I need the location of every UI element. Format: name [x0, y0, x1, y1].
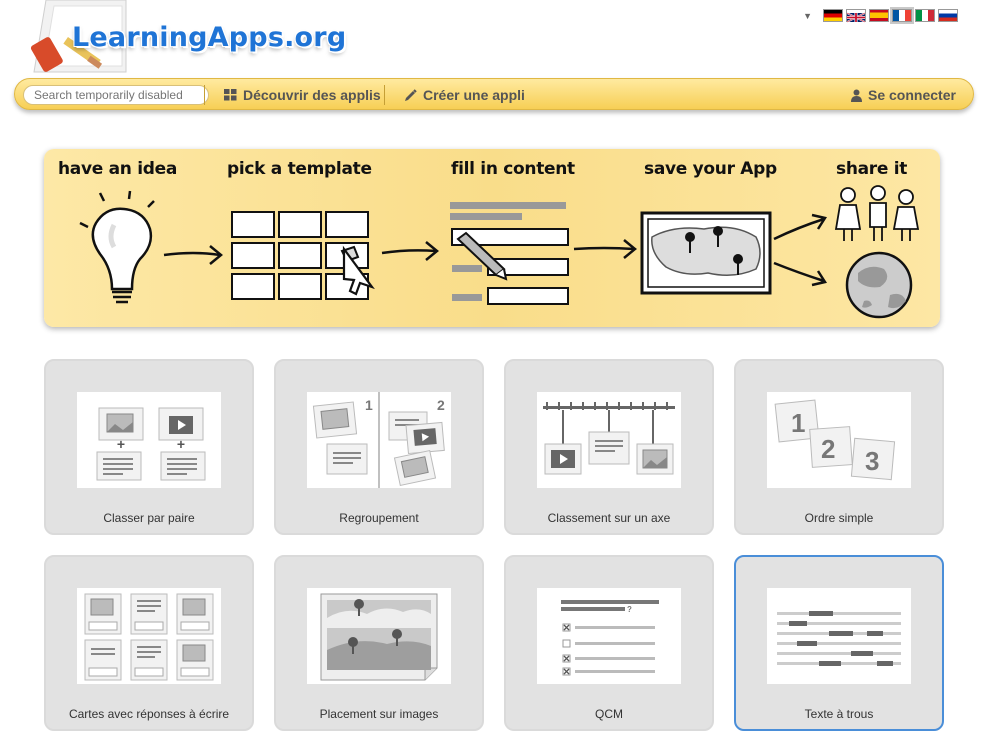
step-label: share it [836, 159, 908, 179]
flag-france-icon[interactable] [890, 7, 914, 24]
template-thumbnail: + + [77, 392, 221, 488]
step-label: fill in content [451, 159, 575, 179]
group-number: 2 [437, 397, 445, 413]
nav-divider [384, 85, 385, 105]
template-label: Classement sur un axe [547, 511, 671, 525]
order-number: 2 [821, 434, 835, 464]
grid-icon [224, 89, 237, 101]
template-thumbnail: 1 2 [307, 392, 451, 488]
template-grid-icon [231, 211, 375, 300]
video-card-icon [544, 443, 582, 475]
template-thumbnail: 1 2 3 [767, 392, 911, 488]
chevron-down-icon[interactable]: ▼ [803, 11, 812, 21]
image-card-icon: + [96, 407, 144, 481]
template-thumbnail: ? [537, 588, 681, 684]
image-card-icon [312, 401, 358, 439]
template-label: QCM [595, 707, 623, 721]
template-label: Regroupement [339, 511, 419, 525]
step-label: have an idea [58, 159, 177, 179]
create-app-label: Créer une appli [423, 87, 525, 103]
login-label: Se connecter [868, 87, 956, 103]
flag-spain-icon[interactable] [869, 9, 889, 22]
template-thumbnail [307, 588, 451, 684]
pencil-icon [405, 88, 417, 101]
template-label: Ordre simple [804, 511, 874, 525]
template-tile-grouping[interactable]: 1 2 Regroupement [274, 359, 484, 535]
globe-icon [845, 251, 913, 319]
discover-apps-button[interactable]: Découvrir des applis [224, 87, 381, 103]
flag-germany-icon[interactable] [823, 9, 843, 22]
image-card-icon [393, 449, 437, 487]
create-app-button[interactable]: Créer une appli [404, 87, 525, 103]
svg-text:+: + [117, 436, 125, 452]
site-logo-text[interactable]: LearningApps.org [72, 22, 346, 53]
step-label: save your App [644, 159, 777, 179]
how-it-works-banner: have an idea pick a template fill in con… [44, 149, 940, 327]
step-label: pick a template [227, 159, 372, 179]
template-label: Cartes avec réponses à écrire [68, 707, 230, 721]
flag-russia-icon[interactable] [938, 9, 958, 22]
discover-apps-label: Découvrir des applis [243, 87, 381, 103]
order-number: 3 [865, 446, 879, 476]
video-card-icon: + [158, 407, 206, 481]
video-card-icon [405, 421, 445, 455]
nav-divider [204, 85, 205, 105]
order-number: 1 [791, 408, 805, 438]
people-icon [834, 185, 920, 241]
image-card-icon [636, 443, 674, 475]
form-icon [450, 202, 569, 305]
main-navbar: Découvrir des applis Créer une appli Se … [14, 78, 974, 110]
template-thumbnail [77, 588, 221, 684]
lightbulb-icon [79, 190, 155, 304]
question-mark: ? [627, 605, 632, 614]
user-icon [851, 89, 862, 102]
group-number: 1 [365, 397, 373, 413]
template-thumbnail [537, 392, 681, 488]
login-button[interactable]: Se connecter [851, 87, 956, 103]
language-selector[interactable]: ▼ [803, 7, 958, 24]
template-label: Texte à trous [804, 707, 874, 721]
template-label: Placement sur images [319, 707, 439, 721]
svg-text:+: + [177, 436, 185, 452]
search-input[interactable] [23, 85, 209, 105]
map-icon [640, 211, 772, 295]
flag-italy-icon[interactable] [915, 9, 935, 22]
template-tile-simple-order[interactable]: 1 2 3 Ordre simple [734, 359, 944, 535]
flag-uk-icon[interactable] [846, 9, 866, 23]
template-tile-write-answer-cards[interactable]: Cartes avec réponses à écrire [44, 555, 254, 731]
template-tile-fill-in-blanks[interactable]: Texte à trous [734, 555, 944, 731]
template-tile-pair-matching[interactable]: + + Classer par paire [44, 359, 254, 535]
template-tile-image-placement[interactable]: Placement sur images [274, 555, 484, 731]
template-thumbnail [767, 588, 911, 684]
checkbox-icon [562, 623, 571, 676]
template-label: Classer par paire [103, 511, 195, 525]
template-tile-multiple-choice[interactable]: ? QCM [504, 555, 714, 731]
template-tile-timeline[interactable]: Classement sur un axe [504, 359, 714, 535]
